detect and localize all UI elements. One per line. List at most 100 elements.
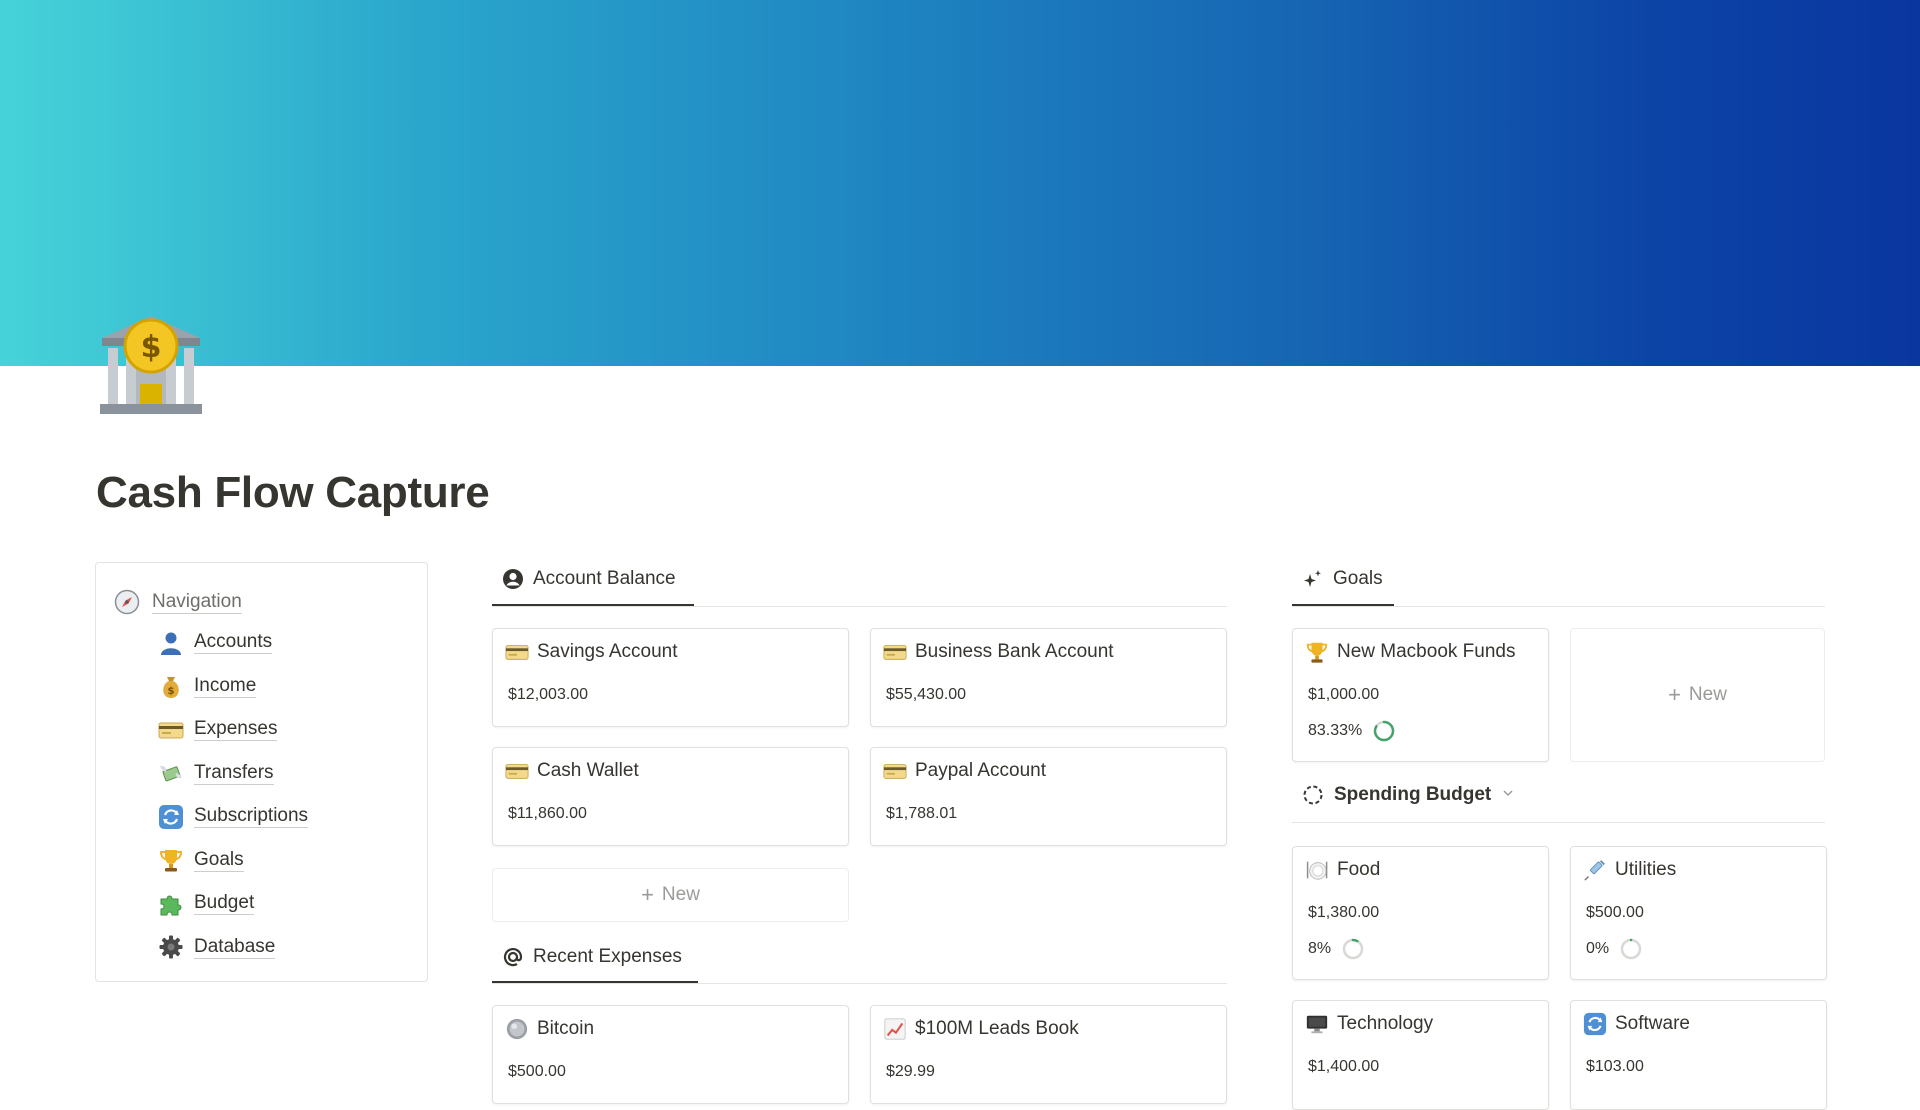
section-divider <box>492 606 1227 607</box>
goal-progress: 83.33% <box>1308 719 1396 743</box>
expense-name: $100M Leads Book <box>915 1018 1079 1039</box>
expense-card[interactable]: $100M Leads Book $29.99 <box>870 1005 1227 1104</box>
budget-amount: $1,400.00 <box>1308 1058 1380 1075</box>
credit-card-icon <box>158 717 184 743</box>
nav-item-label: Income <box>194 674 257 698</box>
section-divider <box>1292 606 1825 607</box>
refresh-icon <box>1583 1012 1607 1036</box>
nav-item-budget[interactable]: Budget <box>158 882 308 926</box>
budget-card-title: Technology <box>1305 1012 1433 1036</box>
progress-ring-icon <box>1620 938 1642 960</box>
budget-card[interactable]: Software $103.00 <box>1570 1000 1827 1110</box>
refresh-icon <box>158 804 184 830</box>
account-card-title: Savings Account <box>505 640 677 664</box>
user-circle-icon <box>502 568 524 590</box>
goal-card[interactable]: New Macbook Funds $1,000.00 83.33% <box>1292 628 1549 762</box>
goal-name: New Macbook Funds <box>1337 641 1516 662</box>
plate-icon <box>1305 858 1329 882</box>
account-amount: $12,003.00 <box>508 686 589 703</box>
account-card[interactable]: Savings Account $12,003.00 <box>492 628 849 727</box>
nav-item-accounts[interactable]: Accounts <box>158 621 308 665</box>
nav-item-label: Transfers <box>194 761 274 785</box>
account-card-title: Business Bank Account <box>883 640 1114 664</box>
syringe-icon <box>1583 858 1607 882</box>
nav-item-income[interactable]: $ Income <box>158 665 308 709</box>
progress-ring-icon <box>1374 720 1395 742</box>
account-amount: $55,430.00 <box>886 686 967 703</box>
navigation-callout: Navigation Accounts $ Income Expenses Tr… <box>95 562 428 982</box>
expense-card-title: Bitcoin <box>505 1017 594 1041</box>
svg-text:$: $ <box>141 330 162 365</box>
nav-item-goals[interactable]: Goals <box>158 839 308 883</box>
goal-percent: 83.33% <box>1308 722 1363 739</box>
budget-name: Technology <box>1337 1013 1434 1034</box>
budget-amount: $500.00 <box>1586 904 1644 921</box>
money-bag-icon: $ <box>158 673 184 699</box>
navigation-heading: Navigation <box>114 585 242 619</box>
bank-icon[interactable]: $ <box>96 310 206 420</box>
budget-card-title: Food <box>1305 858 1380 882</box>
nav-item-label: Budget <box>194 892 255 916</box>
account-name: Savings Account <box>537 641 678 662</box>
spending-budget-toggle[interactable]: Spending Budget <box>1302 784 1515 806</box>
account-card[interactable]: Business Bank Account $55,430.00 <box>870 628 1227 727</box>
nav-item-subscriptions[interactable]: Subscriptions <box>158 795 309 839</box>
nav-item-label: Subscriptions <box>194 805 309 829</box>
compass-icon <box>114 589 140 615</box>
nav-item-database[interactable]: Database <box>158 926 308 970</box>
budget-progress: 8% <box>1308 937 1365 961</box>
nav-item-expenses[interactable]: Expenses <box>158 708 308 752</box>
navigation-heading-label: Navigation <box>152 590 242 614</box>
account-name: Cash Wallet <box>537 760 639 781</box>
new-label: New <box>661 884 700 905</box>
budget-percent: 0% <box>1586 940 1610 957</box>
cover-image <box>0 0 1920 366</box>
desktop-computer-icon <box>1305 1012 1329 1036</box>
spending-budget-label: Spending Budget <box>1334 784 1492 805</box>
progress-ring-icon <box>1342 938 1364 960</box>
tab-recent-expenses-label: Recent Expenses <box>533 946 682 967</box>
trophy-icon <box>1305 640 1329 664</box>
account-card-title: Cash Wallet <box>505 759 639 783</box>
account-name: Business Bank Account <box>915 641 1114 662</box>
gear-icon <box>158 934 184 960</box>
nav-item-label: Expenses <box>194 718 278 742</box>
budget-name: Food <box>1337 859 1381 880</box>
budget-name: Software <box>1615 1013 1690 1034</box>
puzzle-icon <box>158 891 184 917</box>
credit-card-icon <box>883 759 907 783</box>
account-card[interactable]: Cash Wallet $11,860.00 <box>492 747 849 846</box>
new-goal-button[interactable]: + New <box>1570 628 1825 762</box>
credit-card-icon <box>883 640 907 664</box>
account-card[interactable]: Paypal Account $1,788.01 <box>870 747 1227 846</box>
expense-amount: $29.99 <box>886 1063 935 1080</box>
progress-ring-track <box>1620 938 1642 960</box>
budget-card-title: Utilities <box>1583 858 1676 882</box>
goal-card-title: New Macbook Funds <box>1305 640 1515 664</box>
section-divider <box>1292 822 1825 823</box>
tab-goals-label: Goals <box>1333 568 1383 589</box>
credit-card-icon <box>505 759 529 783</box>
svg-text:$: $ <box>168 686 175 697</box>
tab-recent-expenses[interactable]: Recent Expenses <box>502 946 682 968</box>
coin-icon <box>505 1017 529 1041</box>
tab-goals[interactable]: Goals <box>1302 568 1383 590</box>
expense-card[interactable]: Bitcoin $500.00 <box>492 1005 849 1104</box>
at-sign-icon <box>502 946 524 968</box>
dashed-circle-icon <box>1302 784 1324 806</box>
money-with-wings-icon <box>158 760 184 786</box>
budget-card[interactable]: Food $1,380.00 8% <box>1292 846 1549 980</box>
navigation-list: Accounts $ Income Expenses Transfers Sub… <box>158 621 309 970</box>
expense-amount: $500.00 <box>508 1063 566 1080</box>
chart-increasing-icon <box>883 1017 907 1041</box>
plus-icon: + <box>641 882 654 907</box>
goal-amount: $1,000.00 <box>1308 686 1380 703</box>
budget-card[interactable]: Technology $1,400.00 <box>1292 1000 1549 1110</box>
budget-card[interactable]: Utilities $500.00 0% <box>1570 846 1827 980</box>
tab-account-balance[interactable]: Account Balance <box>502 568 676 590</box>
nav-item-transfers[interactable]: Transfers <box>158 752 308 796</box>
budget-name: Utilities <box>1615 859 1677 880</box>
section-divider <box>492 983 1227 984</box>
new-account-button[interactable]: + New <box>492 868 849 922</box>
budget-percent: 8% <box>1308 940 1332 957</box>
